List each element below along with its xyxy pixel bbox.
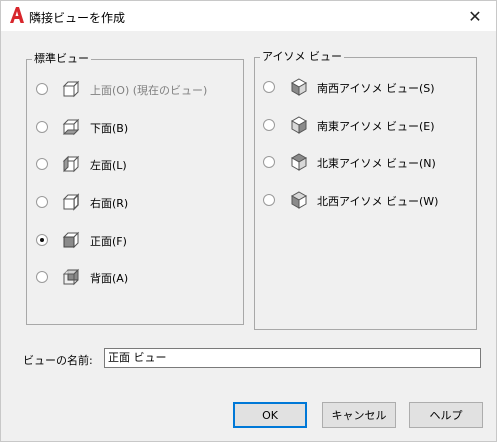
cancel-button-label: キャンセル bbox=[331, 409, 387, 422]
radio-sw[interactable] bbox=[263, 81, 275, 93]
bottom-view-cube-icon bbox=[62, 118, 80, 136]
view-name-input[interactable]: 正面 ビュー bbox=[104, 348, 481, 368]
dialog-window: 隣接ビューを作成 ✕ 標準ビュー 上面(O) (現在のビュー) 下面(B) 左面… bbox=[0, 0, 497, 442]
iso-views-group: アイソメ ビュー 南西アイソメ ビュー(S) 南東アイソメ ビュー(E) 北東ア… bbox=[254, 50, 477, 330]
view-option-bottom[interactable]: 下面(B) bbox=[27, 117, 241, 137]
view-option-label: 下面(B) bbox=[90, 122, 129, 135]
view-option-back[interactable]: 背面(A) bbox=[27, 267, 241, 287]
iso-option-label: 北東アイソメ ビュー(N) bbox=[317, 157, 436, 170]
ok-button[interactable]: OK bbox=[233, 402, 307, 428]
view-option-label: 右面(R) bbox=[90, 197, 129, 210]
iso-views-legend: アイソメ ビュー bbox=[260, 50, 344, 64]
view-option-top[interactable]: 上面(O) (現在のビュー) bbox=[27, 79, 241, 99]
radio-nw[interactable] bbox=[263, 194, 275, 206]
view-option-front[interactable]: 正面(F) bbox=[27, 230, 241, 250]
iso-option-label: 北西アイソメ ビュー(W) bbox=[317, 195, 439, 208]
back-view-cube-icon bbox=[62, 268, 80, 286]
title-bar: 隣接ビューを作成 ✕ bbox=[1, 1, 496, 31]
help-button[interactable]: ヘルプ bbox=[409, 402, 483, 428]
radio-bottom[interactable] bbox=[36, 121, 48, 133]
ne-iso-cube-icon bbox=[290, 153, 308, 171]
right-view-cube-icon bbox=[62, 193, 80, 211]
iso-option-label: 南西アイソメ ビュー(S) bbox=[317, 82, 435, 95]
left-view-cube-icon bbox=[62, 155, 80, 173]
se-iso-cube-icon bbox=[290, 116, 308, 134]
standard-views-group: 標準ビュー 上面(O) (現在のビュー) 下面(B) 左面(L) 右面(R) 正… bbox=[26, 52, 244, 325]
radio-se[interactable] bbox=[263, 119, 275, 131]
iso-option-nw[interactable]: 北西アイソメ ビュー(W) bbox=[255, 190, 474, 210]
iso-option-label: 南東アイソメ ビュー(E) bbox=[317, 120, 435, 133]
dialog-title: 隣接ビューを作成 bbox=[29, 11, 126, 25]
sw-iso-cube-icon bbox=[290, 78, 308, 96]
standard-views-legend: 標準ビュー bbox=[32, 52, 91, 66]
front-view-cube-icon bbox=[62, 231, 80, 249]
view-option-label: 正面(F) bbox=[90, 235, 127, 248]
view-option-label: 上面(O) (現在のビュー) bbox=[90, 84, 208, 97]
nw-iso-cube-icon bbox=[290, 191, 308, 209]
radio-back[interactable] bbox=[36, 271, 48, 283]
view-option-left[interactable]: 左面(L) bbox=[27, 154, 241, 174]
iso-option-ne[interactable]: 北東アイソメ ビュー(N) bbox=[255, 152, 474, 172]
view-option-label: 左面(L) bbox=[90, 159, 127, 172]
help-button-label: ヘルプ bbox=[429, 409, 463, 422]
close-button[interactable]: ✕ bbox=[456, 1, 494, 31]
view-option-label: 背面(A) bbox=[90, 272, 129, 285]
radio-right[interactable] bbox=[36, 196, 48, 208]
close-icon: ✕ bbox=[468, 6, 482, 26]
radio-ne[interactable] bbox=[263, 156, 275, 168]
view-name-label: ビューの名前: bbox=[23, 354, 93, 367]
radio-front[interactable] bbox=[36, 234, 48, 246]
iso-option-se[interactable]: 南東アイソメ ビュー(E) bbox=[255, 115, 474, 135]
top-view-cube-icon bbox=[62, 80, 80, 98]
radio-left[interactable] bbox=[36, 158, 48, 170]
autocad-a-icon bbox=[10, 7, 24, 23]
radio-top[interactable] bbox=[36, 83, 48, 95]
cancel-button[interactable]: キャンセル bbox=[322, 402, 396, 428]
ok-button-label: OK bbox=[262, 408, 278, 422]
iso-option-sw[interactable]: 南西アイソメ ビュー(S) bbox=[255, 77, 474, 97]
view-option-right[interactable]: 右面(R) bbox=[27, 192, 241, 212]
